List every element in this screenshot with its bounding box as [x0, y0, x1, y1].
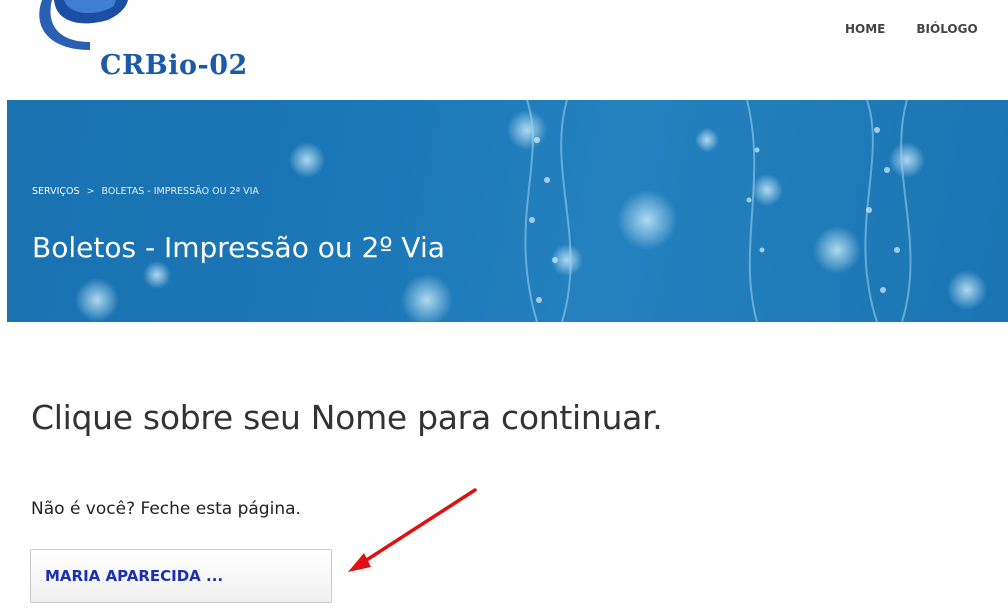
not-you-notice: Não é você? Feche esta página.: [31, 499, 301, 519]
name-select-button-label: MARIA APARECIDA ...: [45, 567, 224, 585]
breadcrumb-separator: >: [86, 186, 95, 197]
breadcrumb: SERVIÇOS > BOLETAS - IMPRESSÃO OU 2ª VIA: [32, 186, 259, 197]
name-select-button[interactable]: MARIA APARECIDA ...: [30, 549, 332, 603]
breadcrumb-current: BOLETAS - IMPRESSÃO OU 2ª VIA: [101, 186, 259, 197]
nav-home[interactable]: HOME: [845, 22, 885, 36]
site-header: CRBio-02 HOME BIÓLOGO: [0, 0, 1008, 100]
breadcrumb-servicos[interactable]: SERVIÇOS: [32, 186, 80, 197]
instruction-heading: Clique sobre seu Nome para continuar.: [31, 398, 663, 437]
site-logo[interactable]: CRBio-02: [28, 0, 268, 92]
page-banner: SERVIÇOS > BOLETAS - IMPRESSÃO OU 2ª VIA B…: [7, 100, 1008, 322]
main-nav: HOME BIÓLOGO: [845, 22, 978, 36]
banner-dna-background: [7, 100, 1008, 322]
page-title: Boletos - Impressão ou 2º Via: [32, 230, 445, 264]
logo-text: CRBio-02: [100, 50, 248, 81]
nav-biologo[interactable]: BIÓLOGO: [916, 22, 977, 36]
